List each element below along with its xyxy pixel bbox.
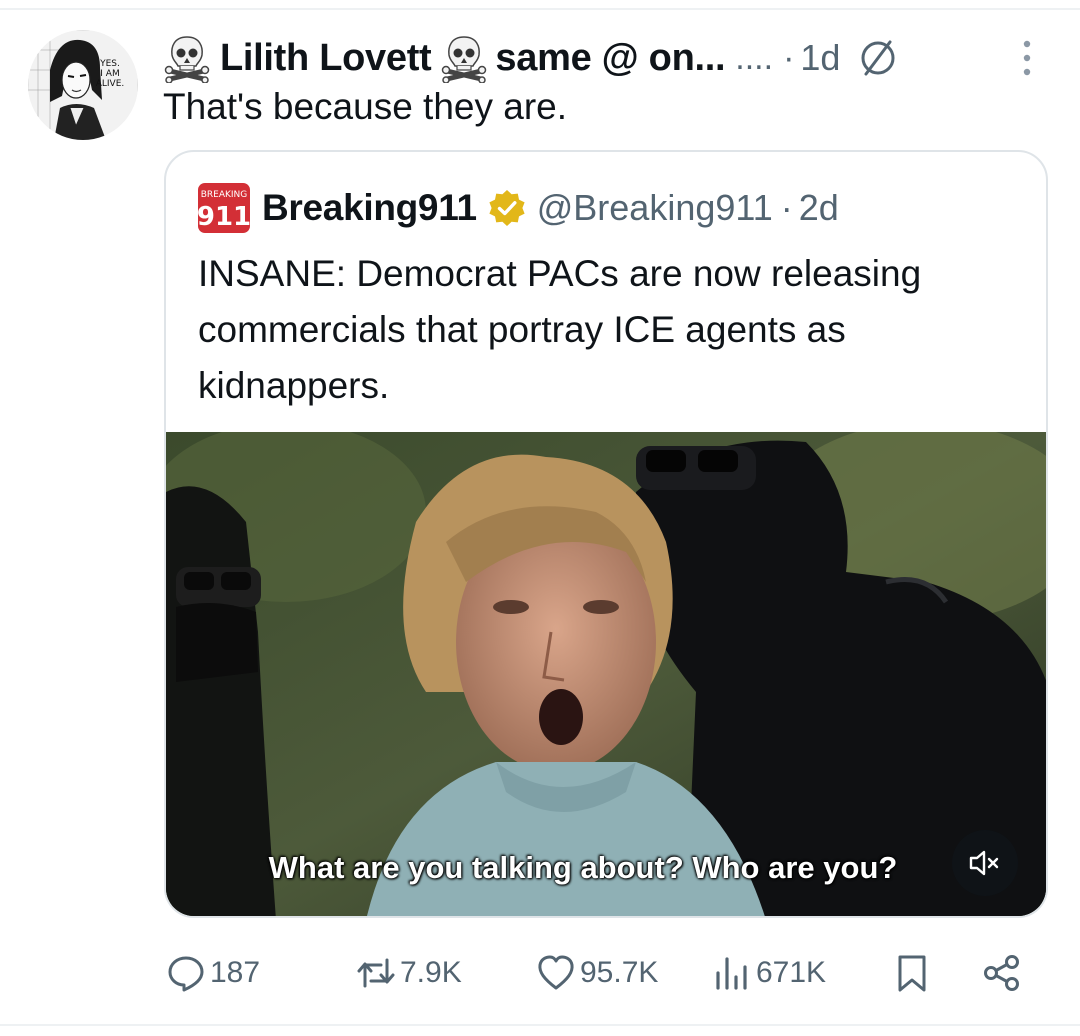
views-button[interactable]: 671K <box>712 946 826 1000</box>
views-count: 671K <box>756 956 827 989</box>
svg-text:I AM: I AM <box>100 69 119 79</box>
reply-icon <box>168 956 204 992</box>
bookmark-button[interactable] <box>892 946 932 1000</box>
reply-count: 187 <box>210 956 261 989</box>
skull-crossbones-icon <box>162 33 212 83</box>
author-handle-truncated[interactable]: .... <box>735 39 773 78</box>
quoted-header-separator: · <box>780 187 793 228</box>
bottom-divider <box>0 1024 1080 1026</box>
analytics-icon <box>716 957 747 990</box>
header-separator: · <box>783 38 795 77</box>
svg-text:911: 911 <box>198 202 250 232</box>
heart-icon <box>538 955 574 990</box>
verified-badge-icon <box>487 188 527 228</box>
edited-icon[interactable] <box>856 36 900 80</box>
video-frame <box>166 432 1046 916</box>
author-avatar[interactable]: YES. I AM ALIVE. <box>28 30 138 140</box>
reply-button[interactable]: 187 <box>166 946 260 1000</box>
quoted-post-timestamp[interactable]: 2d <box>799 187 839 229</box>
muted-speaker-icon <box>969 850 999 876</box>
post-action-bar: 187 7.9K 95.7K 671K <box>0 946 1080 1000</box>
like-button[interactable]: 95.7K <box>536 946 658 1000</box>
quoted-author-name[interactable]: Breaking911 <box>262 187 477 229</box>
repost-count: 7.9K <box>400 956 462 989</box>
quoted-author-handle[interactable]: @Breaking911 <box>537 187 773 229</box>
quoted-post-card[interactable]: BREAKING 911 Breaking911 @Breaking911 · … <box>164 150 1048 918</box>
more-options-icon[interactable] <box>1012 36 1042 80</box>
post-header: Lilith Lovett same @ on... .... · 1d <box>162 30 1052 86</box>
manga-avatar-icon: YES. I AM ALIVE. <box>28 30 138 140</box>
bookmark-icon <box>898 955 926 992</box>
video-caption: What are you talking about? Who are you? <box>268 850 898 885</box>
repost-icon <box>357 958 395 988</box>
quoted-post-text: INSANE: Democrat PACs are now releasing … <box>198 253 922 406</box>
svg-text:ALIVE.: ALIVE. <box>96 79 125 89</box>
post-timestamp[interactable]: 1d <box>800 37 840 79</box>
skull-crossbones-icon <box>439 33 489 83</box>
svg-text:YES.: YES. <box>99 59 120 69</box>
quoted-post-header: BREAKING 911 Breaking911 @Breaking911 · … <box>198 182 839 234</box>
author-name-suffix[interactable]: same @ on... <box>495 37 725 80</box>
svg-text:BREAKING: BREAKING <box>201 190 248 200</box>
author-display-name[interactable]: Lilith Lovett <box>220 37 432 80</box>
share-icon <box>984 955 1019 991</box>
mute-button[interactable] <box>952 830 1018 896</box>
share-button[interactable] <box>982 946 1022 1000</box>
repost-button[interactable]: 7.9K <box>356 946 462 1000</box>
top-divider <box>0 8 1080 10</box>
breaking911-logo[interactable]: BREAKING 911 <box>198 183 250 233</box>
like-count: 95.7K <box>580 956 659 989</box>
video-player[interactable]: What are you talking about? Who are you? <box>166 432 1046 916</box>
post-text: That's because they are. <box>163 86 568 127</box>
